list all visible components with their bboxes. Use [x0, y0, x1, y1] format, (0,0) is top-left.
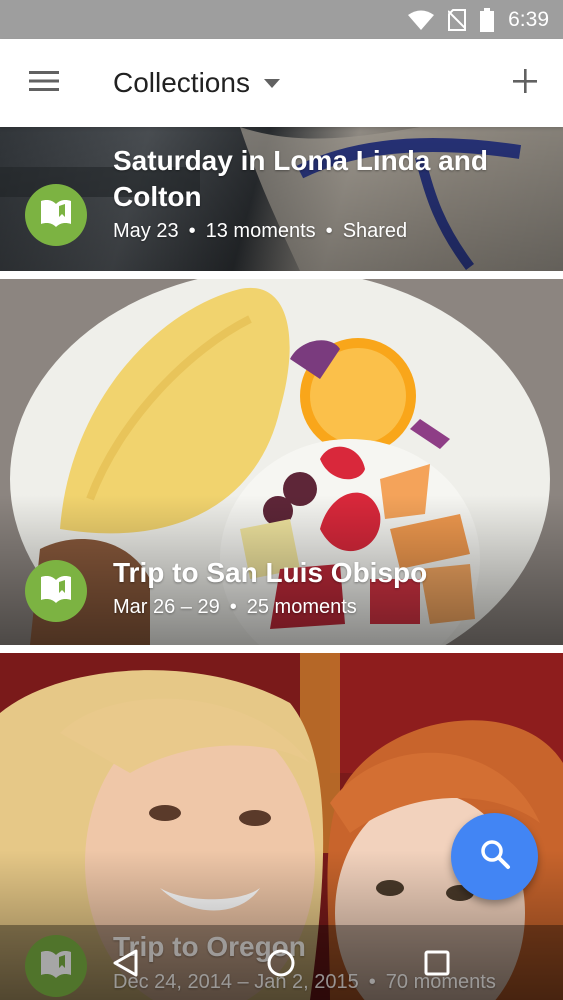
collection-date: May 23	[113, 220, 179, 242]
dropdown-arrow-icon	[263, 78, 280, 88]
back-icon	[112, 949, 138, 982]
collection-moments: 25 moments	[246, 596, 357, 618]
collection-title: Trip to San Luis Obispo	[113, 557, 428, 588]
hamburger-menu-icon	[29, 70, 59, 97]
collection-date: Mar 26 – 29	[113, 596, 220, 618]
collection-meta: May 23 • 13 moments • Shared	[113, 220, 408, 242]
collection-title: Saturday in Loma Linda and Colton	[113, 145, 488, 212]
collection-type-badge	[25, 560, 87, 622]
app-bar: Collections	[0, 39, 563, 127]
collections-dropdown[interactable]: Collections	[113, 63, 280, 103]
back-button[interactable]	[105, 945, 145, 985]
recents-icon	[424, 950, 450, 981]
album-book-icon	[39, 574, 73, 609]
collection-card[interactable]: Saturday in Loma Linda and Colton May 23…	[0, 127, 563, 271]
no-sim-icon	[448, 8, 467, 31]
collection-moments: 13 moments	[205, 220, 316, 242]
album-book-icon	[39, 198, 73, 233]
page-title: Collections	[113, 67, 250, 98]
battery-icon	[480, 7, 495, 32]
status-bar: 6:39	[0, 0, 563, 39]
home-icon	[267, 949, 295, 982]
home-button[interactable]	[261, 945, 301, 985]
plus-icon	[513, 68, 537, 98]
menu-button[interactable]	[22, 65, 66, 101]
collection-meta: Mar 26 – 29 • 25 moments	[113, 596, 357, 618]
screen: 6:39 Collections Saturday in Loma Linda …	[0, 0, 563, 1000]
add-collection-button[interactable]	[505, 63, 545, 103]
search-icon	[479, 838, 511, 875]
wifi-icon	[408, 10, 435, 30]
recents-button[interactable]	[417, 945, 457, 985]
collection-type-badge	[25, 184, 87, 246]
search-fab[interactable]	[451, 813, 538, 900]
collection-shared-label: Shared	[342, 220, 408, 242]
system-nav-bar	[0, 925, 563, 1000]
collection-card[interactable]: Trip to San Luis Obispo Mar 26 – 29 • 25 m…	[0, 279, 563, 645]
status-time: 6:39	[508, 7, 549, 31]
